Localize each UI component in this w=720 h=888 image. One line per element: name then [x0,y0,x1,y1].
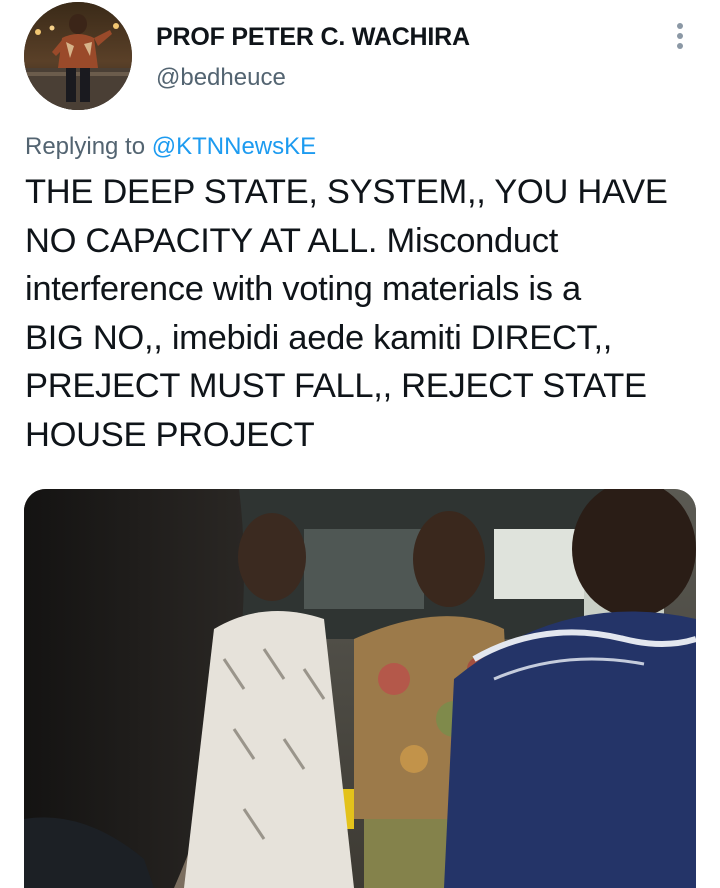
photo-scene: K [24,489,696,888]
display-name[interactable]: PROF PETER C. WACHIRA [156,22,470,52]
replying-to: Replying to @KTNNewsKE [25,132,316,162]
user-handle[interactable]: @bedheuce [156,63,470,93]
more-vertical-icon [677,23,683,29]
reply-mention-link[interactable]: @KTNNewsKE [152,133,316,160]
tweet-text-line: THE DEEP STATE, SYSTEM,, YOU HAVE [25,173,668,211]
more-options-button[interactable] [662,16,698,56]
tweet-photo[interactable]: K [24,489,696,888]
more-vertical-icon-dot [677,33,683,39]
tweet-text-line: HOUSE PROJECT [25,415,315,454]
tweet-text: THE DEEP STATE, SYSTEM,, YOU HAVE NO CAP… [25,168,705,459]
tweet-text-line: BIG NO,, imebidi aede kamiti DIRECT,, [25,318,613,357]
more-vertical-icon-dot [677,43,683,49]
replying-to-label: Replying to [25,133,146,160]
avatar-photo [24,2,132,110]
tweet-text-line: PREJECT MUST FALL,, REJECT STATE [25,367,647,405]
tweet-text-line: NO CAPACITY AT ALL. Misconduct [25,221,558,260]
avatar[interactable] [24,2,132,110]
tweet-text-line: interference with voting materials is a [25,270,581,308]
author-block: PROF PETER C. WACHIRA @bedheuce [156,22,470,93]
tweet: PROF PETER C. WACHIRA @bedheuce Replying… [0,0,720,888]
